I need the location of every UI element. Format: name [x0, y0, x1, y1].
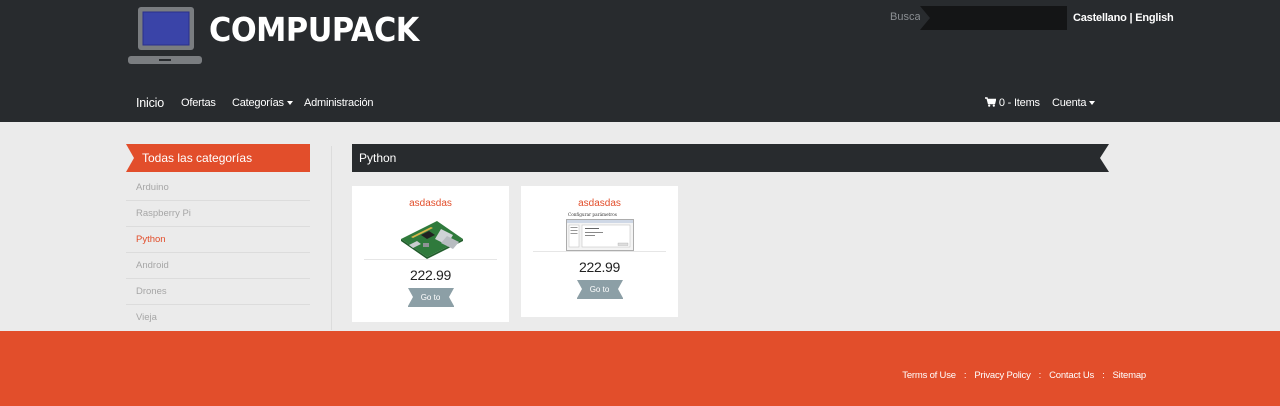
nav-account-label: Cuenta: [1052, 97, 1087, 109]
raspberry-pi-image[interactable]: [397, 215, 465, 259]
sidebar-title: Todas las categorías: [126, 144, 310, 172]
lang-separator: |: [1126, 12, 1136, 24]
search-input[interactable]: [920, 6, 1067, 30]
category-python[interactable]: Python: [126, 227, 310, 253]
lang-castellano-link[interactable]: Castellano: [1073, 12, 1127, 24]
card-divider: [364, 259, 497, 260]
config-window-image[interactable]: Configurar parámetros: [565, 211, 634, 251]
main-nav: Inicio Ofertas Categorías Administración…: [0, 96, 1280, 113]
product-card: asdasdas Configurar parámetros 222.99 Go…: [521, 186, 678, 317]
cart-icon: [985, 97, 997, 107]
footer-links: Terms of Use: Privacy Policy: Contact Us: S…: [902, 370, 1146, 381]
product-name[interactable]: asdasdas: [352, 198, 509, 209]
nav-admin[interactable]: Administración: [304, 97, 374, 109]
nav-offers[interactable]: Ofertas: [181, 97, 216, 109]
brand-name[interactable]: COMPUPACK: [209, 10, 419, 49]
product-price: 222.99: [409, 267, 452, 283]
config-caption: Configurar parámetros: [568, 212, 617, 217]
nav-cart[interactable]: 0 - Items: [985, 97, 1040, 109]
product-card: asdasdas 222.99 Go to: [352, 186, 509, 322]
column-divider: [331, 146, 332, 330]
search-arrow-decoration: [920, 6, 930, 30]
category-arduino[interactable]: Arduino: [126, 175, 310, 201]
footer-separator: :: [1038, 370, 1042, 381]
site-header: COMPUPACK Buscar Castellano | English In…: [0, 0, 1280, 122]
lang-english-link[interactable]: English: [1135, 12, 1174, 24]
footer-separator: :: [1102, 370, 1105, 381]
site-footer: Terms of Use: Privacy Policy: Contact Us: S…: [0, 331, 1280, 406]
cart-count: 0 - Items: [998, 97, 1040, 109]
section-title: Python: [352, 144, 1109, 172]
category-raspberry-pi[interactable]: Raspberry Pi: [126, 201, 310, 227]
category-android[interactable]: Android: [126, 253, 310, 279]
nav-categories[interactable]: Categorías: [232, 97, 293, 109]
language-switcher: Castellano | English: [1073, 12, 1174, 24]
footer-contact-link[interactable]: Contact Us: [1049, 370, 1094, 381]
nav-home[interactable]: Inicio: [136, 96, 164, 110]
category-vieja[interactable]: Vieja: [126, 305, 310, 331]
go-to-button[interactable]: Go to: [407, 288, 454, 307]
category-drones[interactable]: Drones: [126, 279, 310, 305]
nav-account[interactable]: Cuenta: [1052, 97, 1096, 109]
category-list: Arduino Raspberry Pi Python Android Dron…: [126, 175, 310, 331]
laptop-logo-icon: [128, 7, 202, 64]
card-divider: [533, 251, 666, 252]
footer-sitemap-link[interactable]: Sitemap: [1113, 370, 1147, 381]
chevron-down-icon: [286, 101, 293, 106]
footer-separator: :: [963, 370, 967, 381]
nav-categories-label: Categorías: [232, 97, 284, 109]
product-price: 222.99: [578, 259, 621, 275]
go-to-button[interactable]: Go to: [576, 280, 623, 299]
footer-privacy-link[interactable]: Privacy Policy: [974, 370, 1031, 381]
chevron-down-icon: [1089, 101, 1096, 106]
footer-terms-link[interactable]: Terms of Use: [902, 370, 956, 381]
product-name[interactable]: asdasdas: [521, 198, 678, 209]
